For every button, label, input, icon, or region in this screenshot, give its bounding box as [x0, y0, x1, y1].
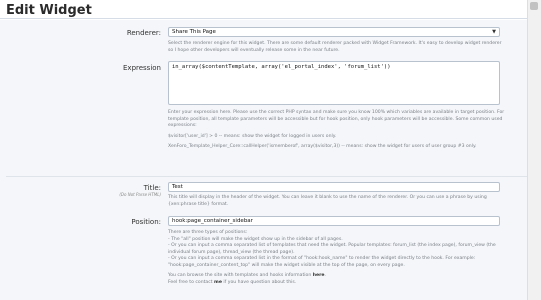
title-label: Title: [143, 184, 161, 192]
renderer-select-value: Share This Page [172, 29, 216, 35]
expression-hint-text: Enter your expression here. Please use t… [168, 110, 505, 128]
title-sublabel: (Do Not Parse HTML) [119, 192, 161, 197]
position-hint: There are three types of positions: - Th… [168, 230, 508, 286]
contact-text: Feel free to contact [168, 279, 215, 285]
position-label: Position: [131, 218, 161, 226]
browse-text: You can browse the site with templates a… [168, 273, 313, 278]
page-title: Edit Widget [6, 3, 92, 18]
expression-hint: Enter your expression here. Please use t… [168, 110, 508, 151]
here-link[interactable]: here [313, 273, 325, 278]
expression-example-2: XenForo_Template_Helper_Core::callHelper… [168, 144, 477, 149]
position-hint-contact: Feel free to contact me if you have ques… [168, 280, 508, 287]
scrollbar-thumb[interactable] [530, 2, 538, 10]
widget-form: Renderer: Share This Page ▼ Select the r… [0, 20, 527, 300]
title-divider [0, 18, 527, 19]
contact-text-end: if you have question about this. [221, 279, 297, 285]
renderer-hint: Select the renderer engine for this widg… [168, 41, 502, 53]
expression-textarea[interactable]: in_array($contentTemplate, array('el_por… [168, 61, 500, 105]
title-input[interactable]: Test [168, 182, 500, 192]
expression-label: Expression [123, 64, 161, 72]
title-hint: This title will display in the header of… [168, 195, 487, 207]
position-hint-templates: - Or you can input a comma separated lis… [168, 243, 496, 255]
browse-text-end: . [324, 273, 326, 278]
position-input-value: hook:page_container_sidebar [172, 218, 253, 224]
position-hint-hooks: - Or you can input a comma separated lis… [168, 256, 476, 268]
me-link[interactable]: me [214, 280, 222, 285]
title-input-value: Test [172, 184, 183, 190]
renderer-select[interactable]: Share This Page ▼ [168, 27, 500, 37]
page-scrollbar[interactable] [527, 0, 541, 300]
chevron-down-icon: ▼ [492, 29, 496, 35]
position-input[interactable]: hook:page_container_sidebar [168, 216, 500, 226]
section-divider [6, 176, 527, 177]
renderer-label: Renderer: [126, 29, 161, 37]
